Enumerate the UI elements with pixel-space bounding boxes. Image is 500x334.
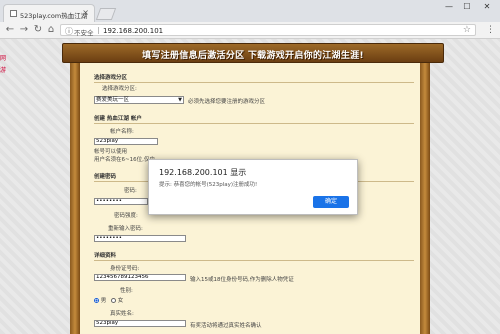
- browser-toolbar: ← → ↻ ⌂ ⓘ 不安全 192.168.200.101 ☆ ⋮: [0, 22, 500, 39]
- dialog-title: 192.168.200.101 显示: [159, 168, 247, 177]
- info-icon[interactable]: ⓘ: [65, 26, 73, 37]
- browser-tab[interactable]: 523play.com热血江湖 ×: [3, 4, 95, 22]
- new-tab-button[interactable]: [95, 8, 117, 20]
- minimize-button[interactable]: —: [442, 2, 456, 11]
- forward-arrow-icon[interactable]: →: [18, 24, 30, 36]
- page-icon: [10, 10, 17, 17]
- dialog-message: 提示: 恭喜您的帐号(523play)注册成功!: [159, 182, 258, 188]
- divider: [98, 27, 99, 34]
- maximize-button[interactable]: ☐: [460, 2, 474, 11]
- address-bar[interactable]: ⓘ 不安全 192.168.200.101 ☆: [60, 24, 476, 37]
- home-icon[interactable]: ⌂: [45, 24, 57, 36]
- bookmark-star-icon[interactable]: ☆: [463, 25, 471, 35]
- tab-title: 523play.com热血江湖: [20, 12, 88, 20]
- alert-dialog: 192.168.200.101 显示 提示: 恭喜您的帐号(523play)注册…: [148, 159, 358, 215]
- back-arrow-icon[interactable]: ←: [4, 24, 16, 36]
- close-window-button[interactable]: ✕: [480, 2, 494, 11]
- reload-icon[interactable]: ↻: [32, 24, 44, 36]
- tab-strip: 523play.com热血江湖 × — ☐ ✕: [0, 0, 500, 22]
- tab-close-icon[interactable]: ×: [82, 8, 89, 17]
- insecure-label: 不安全: [74, 29, 94, 37]
- menu-icon[interactable]: ⋮: [486, 25, 495, 35]
- ok-button[interactable]: 确定: [313, 196, 349, 208]
- url-text[interactable]: 192.168.200.101: [103, 27, 163, 35]
